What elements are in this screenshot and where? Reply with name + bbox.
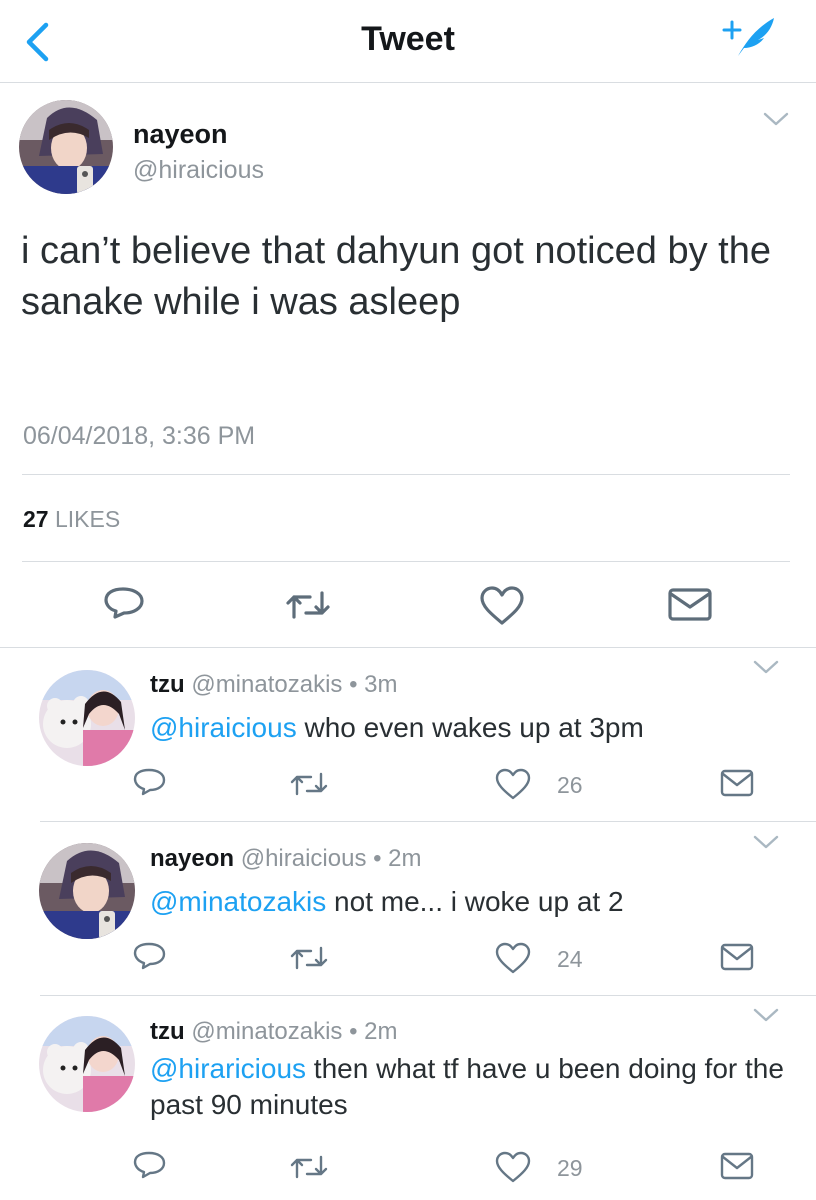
divider: [22, 561, 790, 562]
chevron-down-icon[interactable]: [752, 833, 780, 851]
heart-icon[interactable]: [495, 942, 531, 974]
author-handle[interactable]: @hiraicious: [133, 155, 264, 185]
envelope-icon[interactable]: [720, 769, 754, 797]
tweet-text: i can’t believe that dahyun got noticed …: [21, 230, 771, 323]
chevron-down-icon[interactable]: [752, 1006, 780, 1024]
divider: [40, 821, 816, 822]
author-meta[interactable]: @minatozakis • 3m: [191, 671, 397, 698]
retweet-icon[interactable]: [290, 771, 328, 797]
envelope-icon[interactable]: [668, 588, 712, 622]
like-count: 24: [557, 946, 583, 972]
author-name[interactable]: nayeon: [150, 845, 234, 872]
heart-icon[interactable]: [479, 586, 525, 626]
chevron-down-icon[interactable]: [752, 658, 780, 676]
retweet-icon[interactable]: [290, 1154, 328, 1180]
reply-text: @hiraicious who even wakes up at 3pm: [150, 710, 790, 746]
reply-icon[interactable]: [133, 768, 167, 798]
mention-link[interactable]: @hiraricious: [150, 1053, 306, 1084]
divider: [22, 474, 790, 475]
avatar[interactable]: [39, 670, 135, 766]
divider: [40, 995, 816, 996]
page-title: Tweet: [361, 20, 455, 58]
reply-icon[interactable]: [103, 587, 145, 623]
like-count: 29: [557, 1155, 583, 1181]
reply-body: not me... i woke up at 2: [326, 886, 624, 917]
compose-tweet-icon[interactable]: [720, 14, 780, 62]
avatar[interactable]: [39, 843, 135, 939]
divider: [0, 647, 816, 648]
heart-icon[interactable]: [495, 768, 531, 800]
retweet-icon[interactable]: [285, 590, 331, 620]
avatar[interactable]: [39, 1016, 135, 1112]
likes-count: 27: [23, 506, 49, 532]
reply-header: tzu @minatozakis • 3m: [150, 670, 397, 700]
reply-header: nayeon @hiraicious • 2m: [150, 844, 422, 874]
author-meta[interactable]: @hiraicious • 2m: [241, 845, 422, 872]
reply-text: @minatozakis not me... i woke up at 2: [150, 884, 790, 920]
likes-stat[interactable]: 27 LIKES: [23, 505, 120, 533]
author-name[interactable]: nayeon: [133, 118, 228, 150]
heart-icon[interactable]: [495, 1151, 531, 1183]
header-divider: [0, 82, 816, 83]
likes-label: LIKES: [54, 506, 121, 532]
reply-header: tzu @minatozakis • 2m: [150, 1017, 397, 1047]
mention-link[interactable]: @minatozakis: [150, 886, 326, 917]
reply-body: who even wakes up at 3pm: [296, 712, 644, 743]
chevron-down-icon[interactable]: [762, 110, 790, 128]
tweet-timestamp: 06/04/2018, 3:36 PM: [23, 422, 256, 450]
author-name[interactable]: tzu: [150, 1018, 185, 1045]
like-count: 26: [557, 772, 583, 798]
envelope-icon[interactable]: [720, 1152, 754, 1180]
reply-text: @hiraricious then what tf have u been do…: [150, 1051, 790, 1123]
envelope-icon[interactable]: [720, 943, 754, 971]
author-meta[interactable]: @minatozakis • 2m: [191, 1018, 397, 1045]
reply-icon[interactable]: [133, 942, 167, 972]
reply-icon[interactable]: [133, 1151, 167, 1181]
avatar[interactable]: [19, 100, 113, 194]
mention-link[interactable]: @hiraicious: [150, 712, 297, 743]
author-name[interactable]: tzu: [150, 671, 185, 698]
retweet-icon[interactable]: [290, 945, 328, 971]
